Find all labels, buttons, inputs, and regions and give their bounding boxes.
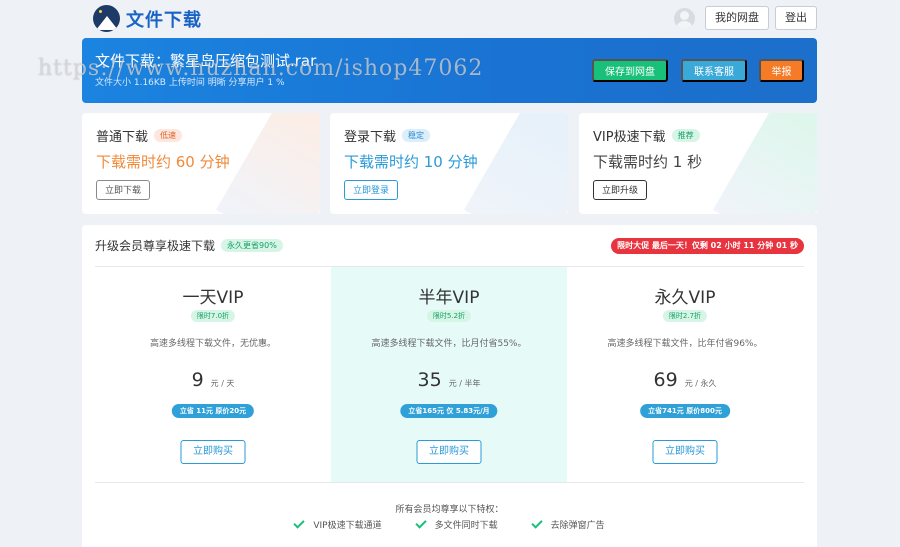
option-name: 登录下载 — [344, 130, 397, 145]
plan-discount-badge: 限时5.2折 — [426, 310, 472, 322]
logout-button[interactable]: 登出 — [775, 6, 817, 30]
card-decoration — [464, 113, 568, 214]
plan-permanent: 永久VIP 限时2.7折 高速多线程下载文件，比年付省96%。 69 元 / 永… — [567, 267, 803, 482]
plan-description: 高速多线程下载文件，比年付省96%。 — [607, 339, 763, 349]
card-decoration — [216, 113, 320, 214]
watermark-text: https://www.huzhan.com/ishop47062 — [38, 56, 484, 81]
promo-countdown-badge: 限时大促 最后一天！仅剩 02 小时 11 分钟 01 秒 — [611, 238, 804, 254]
perk-label: 多文件同时下载 — [434, 521, 498, 531]
upgrade-now-button[interactable]: 立即升级 — [593, 180, 648, 200]
plan-description: 高速多线程下载文件，比月付省55%。 — [371, 339, 527, 349]
plan-price: 35 — [417, 369, 442, 391]
plan-one-day: 一天VIP 限时7.0折 高速多线程下载文件，无优惠。 9 元 / 天 立省 1… — [95, 267, 331, 482]
divider — [95, 482, 804, 483]
user-avatar-icon[interactable] — [674, 7, 695, 29]
buy-now-button[interactable]: 立即购买 — [416, 440, 482, 464]
plan-saving-badge: 立省 11元 原价20元 — [171, 404, 255, 418]
plan-name: 一天VIP — [182, 288, 244, 308]
perk-label: 去除弹窗广告 — [550, 521, 605, 531]
perks-list: VIP极速下载通道 多文件同时下载 去除弹窗广告 — [82, 517, 817, 531]
option-time: 下载需时约 10 分钟 — [344, 153, 478, 171]
login-now-button[interactable]: 立即登录 — [344, 180, 399, 200]
save-to-disk-button[interactable]: 保存到网盘 — [592, 59, 668, 82]
login-download-card: 登录下载 稳定 下载需时约 10 分钟 立即登录 — [330, 113, 568, 214]
plan-half-year: 半年VIP 限时5.2折 高速多线程下载文件，比月付省55%。 35 元 / 半… — [331, 267, 567, 482]
logo-text: 文件下载 — [126, 9, 202, 31]
option-name: 普通下载 — [96, 130, 149, 145]
plan-unit: 元 / 永久 — [684, 379, 717, 388]
plan-saving-badge: 立省165元 仅 5.83元/月 — [400, 404, 498, 418]
option-time: 下载需时约 60 分钟 — [96, 153, 230, 171]
plan-price: 9 — [191, 369, 204, 391]
plan-name: 半年VIP — [418, 288, 480, 308]
buy-now-button[interactable]: 立即购买 — [180, 440, 246, 464]
vip-title-tag: 永久更省90% — [221, 239, 283, 252]
user-actions: 我的网盘 登出 — [674, 6, 817, 30]
site-logo[interactable]: 文件下载 — [93, 5, 202, 32]
contact-service-button[interactable]: 联系客服 — [681, 59, 747, 82]
option-time: 下载需时约 1 秒 — [593, 153, 703, 171]
plan-description: 高速多线程下载文件，无优惠。 — [149, 339, 276, 349]
option-name: VIP极速下载 — [593, 130, 666, 145]
option-tag: 推荐 — [671, 129, 700, 142]
normal-download-card: 普通下载 低速 下载需时约 60 分钟 立即下载 — [82, 113, 320, 214]
perk-label: VIP极速下载通道 — [313, 521, 382, 531]
download-now-button[interactable]: 立即下载 — [96, 180, 151, 200]
perks-title: 所有会员均尊享以下特权： — [395, 505, 504, 515]
option-tag: 低速 — [154, 129, 183, 142]
plan-saving-badge: 立省741元 原价800元 — [640, 404, 730, 418]
perk-item: 去除弹窗广告 — [530, 517, 605, 531]
check-icon — [293, 517, 306, 529]
card-decoration — [713, 113, 817, 214]
check-icon — [414, 517, 427, 529]
option-tag: 稳定 — [402, 129, 431, 142]
plan-name: 永久VIP — [654, 288, 716, 308]
vip-download-card: VIP极速下载 推荐 下载需时约 1 秒 立即升级 — [579, 113, 817, 214]
plan-discount-badge: 限时2.7折 — [662, 310, 708, 322]
vip-panel-title: 升级会员尊享极速下载 — [95, 239, 216, 253]
buy-now-button[interactable]: 立即购买 — [652, 440, 718, 464]
perk-item: 多文件同时下载 — [414, 517, 498, 531]
check-icon — [530, 517, 543, 529]
plan-discount-badge: 限时7.0折 — [190, 310, 236, 322]
top-bar: 文件下载 我的网盘 登出 — [82, 4, 817, 34]
plan-unit: 元 / 半年 — [448, 379, 481, 388]
plan-unit: 元 / 天 — [210, 379, 235, 388]
my-disk-button[interactable]: 我的网盘 — [705, 6, 769, 30]
logo-mountain-icon — [93, 5, 120, 32]
report-button[interactable]: 举报 — [759, 59, 804, 82]
vip-upgrade-panel: 升级会员尊享极速下载 永久更省90% 限时大促 最后一天！仅剩 02 小时 11… — [82, 225, 817, 547]
perk-item: VIP极速下载通道 — [293, 517, 382, 531]
plan-price: 69 — [653, 369, 678, 391]
